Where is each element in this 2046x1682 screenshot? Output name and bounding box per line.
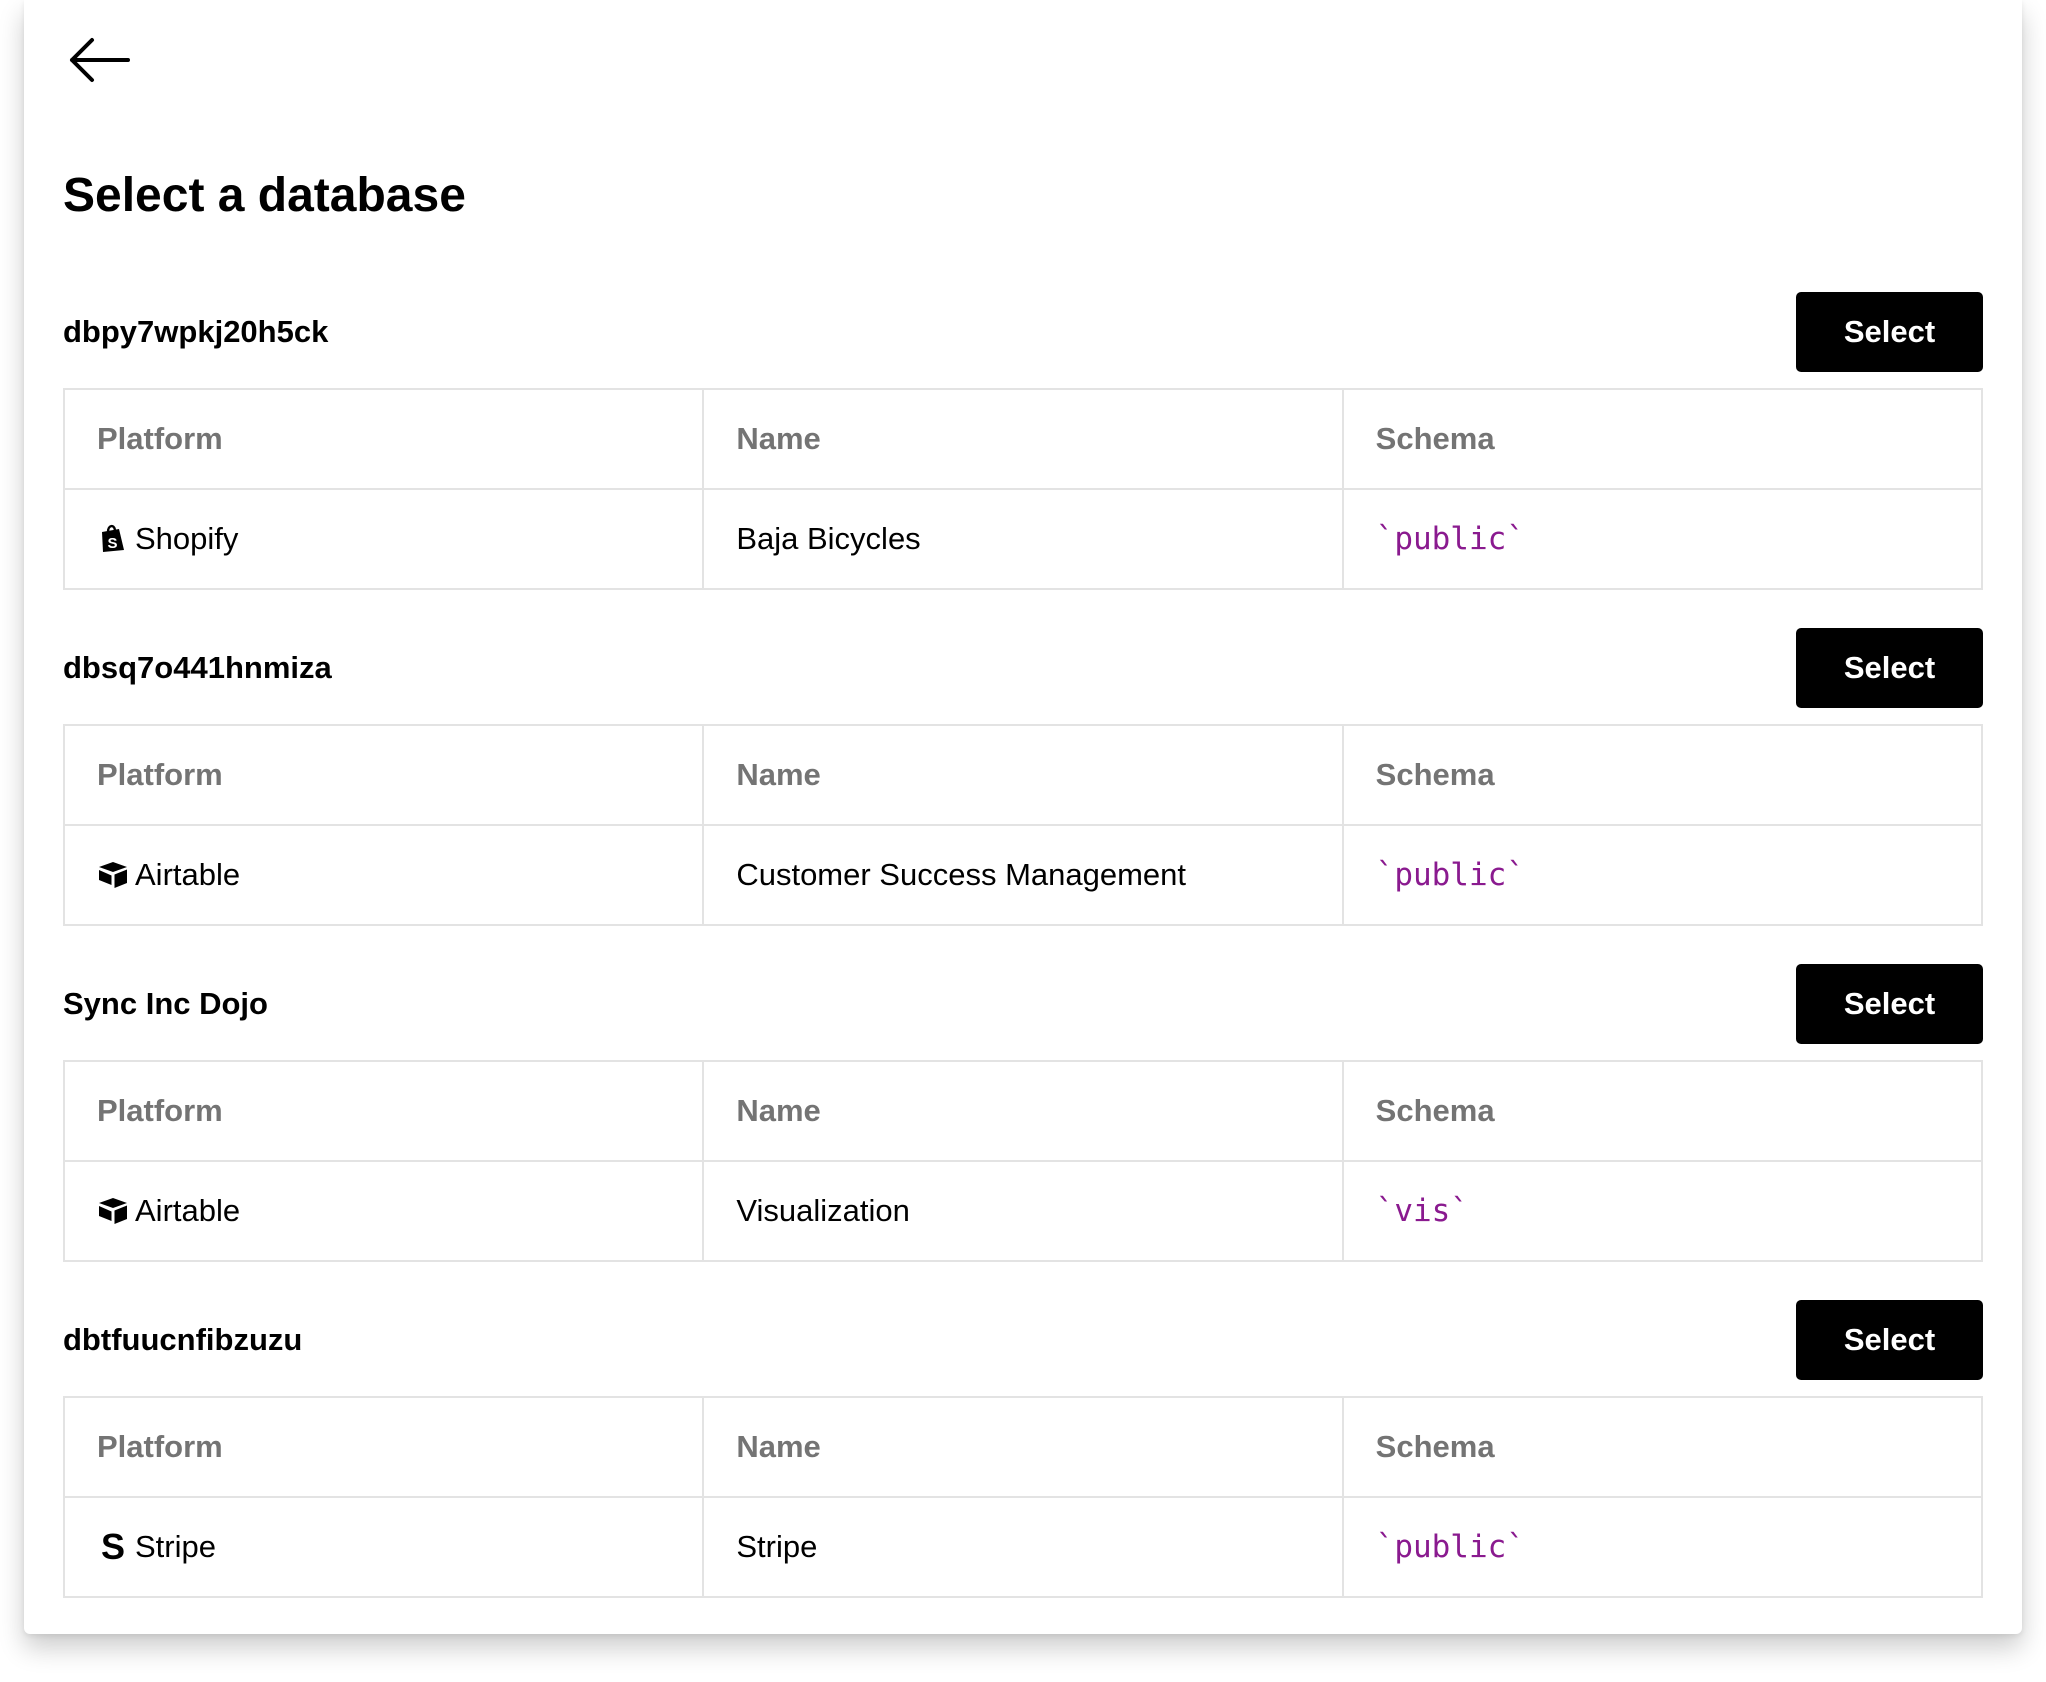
database-select-card: Select a database dbpy7wpkj20h5ck Select… (24, 0, 2022, 1634)
database-section: dbsq7o441hnmiza Select Platform Name Sch… (62, 628, 1984, 926)
database-name: dbpy7wpkj20h5ck (63, 314, 329, 349)
database-header: dbtfuucnfibzuzu Select (63, 1300, 1983, 1380)
platform-cell: Airtable (62, 824, 705, 926)
table-row: Airtable Customer Success Management `pu… (62, 824, 1984, 926)
database-table: Platform Name Schema S Shopify Baja Bicy… (62, 388, 1984, 590)
column-header-name: Name (702, 1060, 1344, 1162)
database-name: dbsq7o441hnmiza (63, 650, 332, 685)
database-section: dbtfuucnfibzuzu Select Platform Name Sch… (62, 1300, 1984, 1598)
platform-name: Stripe (135, 1529, 216, 1564)
schema-value: `public` (1375, 521, 1525, 557)
column-header-schema: Schema (1341, 1396, 1984, 1498)
database-header: dbpy7wpkj20h5ck Select (63, 292, 1983, 372)
column-header-name: Name (702, 724, 1344, 826)
database-section: Sync Inc Dojo Select Platform Name Schem… (62, 964, 1984, 1262)
platform-cell: S Shopify (62, 488, 705, 590)
column-header-name: Name (702, 388, 1344, 490)
database-name: Sync Inc Dojo (63, 986, 268, 1021)
platform-cell: Airtable (62, 1160, 705, 1262)
shopify-icon: S (102, 524, 124, 552)
airtable-icon (99, 862, 127, 888)
name-cell: Baja Bicycles (702, 488, 1344, 590)
column-header-platform: Platform (62, 1060, 705, 1162)
back-button[interactable] (62, 30, 132, 90)
column-header-platform: Platform (62, 388, 705, 490)
select-button[interactable]: Select (1796, 628, 1983, 708)
table-header-row: Platform Name Schema (62, 388, 1984, 490)
arrow-left-icon (70, 38, 130, 82)
page-title: Select a database (63, 169, 466, 222)
table-header-row: Platform Name Schema (62, 1060, 1984, 1162)
table-row: S Shopify Baja Bicycles `public` (62, 488, 1984, 590)
select-button[interactable]: Select (1796, 292, 1983, 372)
database-table: Platform Name Schema Airtable Visualizat… (62, 1060, 1984, 1262)
schema-value: `public` (1375, 857, 1525, 893)
platform-cell: S Stripe (62, 1496, 705, 1598)
platform-name: Shopify (135, 521, 239, 556)
name-cell: Stripe (702, 1496, 1344, 1598)
svg-text:S: S (101, 1530, 125, 1562)
column-header-schema: Schema (1341, 1060, 1984, 1162)
database-table: Platform Name Schema S Stripe Stripe `pu… (62, 1396, 1984, 1598)
table-row: Airtable Visualization `vis` (62, 1160, 1984, 1262)
table-header-row: Platform Name Schema (62, 1396, 1984, 1498)
schema-cell: `public` (1341, 488, 1984, 590)
platform-name: Airtable (135, 857, 241, 892)
table-row: S Stripe Stripe `public` (62, 1496, 1984, 1598)
database-name: dbtfuucnfibzuzu (63, 1322, 303, 1357)
column-header-schema: Schema (1341, 388, 1984, 490)
table-header-row: Platform Name Schema (62, 724, 1984, 826)
database-table: Platform Name Schema Airtable Customer S… (62, 724, 1984, 926)
column-header-platform: Platform (62, 724, 705, 826)
column-header-schema: Schema (1341, 724, 1984, 826)
name-cell: Customer Success Management (702, 824, 1344, 926)
select-button[interactable]: Select (1796, 964, 1983, 1044)
stripe-icon: S (101, 1530, 125, 1562)
platform-name: Airtable (135, 1193, 241, 1228)
schema-cell: `public` (1341, 824, 1984, 926)
airtable-icon (99, 1198, 127, 1224)
column-header-platform: Platform (62, 1396, 705, 1498)
database-header: Sync Inc Dojo Select (63, 964, 1983, 1044)
schema-value: `public` (1375, 1529, 1525, 1565)
select-button[interactable]: Select (1796, 1300, 1983, 1380)
schema-cell: `public` (1341, 1496, 1984, 1598)
schema-cell: `vis` (1341, 1160, 1984, 1262)
database-header: dbsq7o441hnmiza Select (63, 628, 1983, 708)
database-section: dbpy7wpkj20h5ck Select Platform Name Sch… (62, 292, 1984, 590)
name-cell: Visualization (702, 1160, 1344, 1262)
column-header-name: Name (702, 1396, 1344, 1498)
svg-text:S: S (107, 535, 117, 552)
schema-value: `vis` (1375, 1193, 1469, 1229)
